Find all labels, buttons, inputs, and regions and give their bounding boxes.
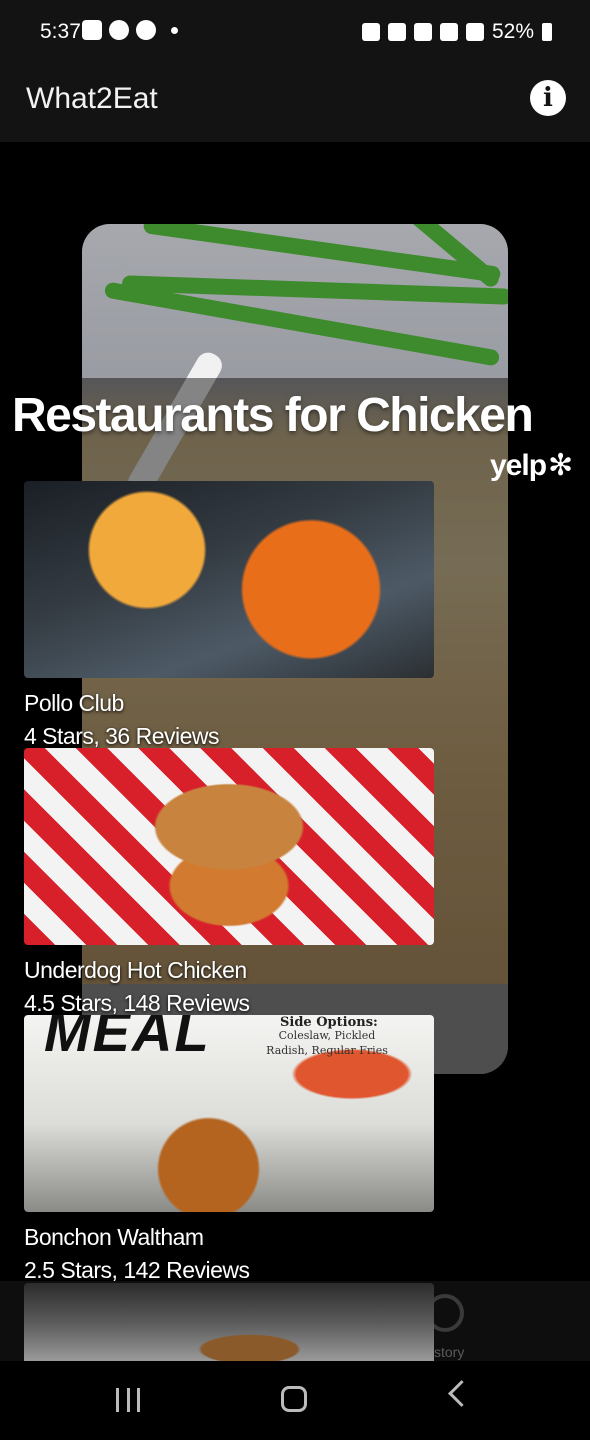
restaurant-name: Underdog Hot Chicken (24, 957, 247, 983)
restaurant-name: Bonchon Waltham (24, 1224, 204, 1250)
restaurant-name: Pollo Club (24, 690, 124, 716)
restaurant-item[interactable]: MEAL Side Options: Coleslaw, Pickled Rad… (24, 1015, 444, 1284)
restaurant-image-partial[interactable] (24, 1283, 434, 1361)
restaurant-image[interactable] (24, 481, 434, 678)
talk-icon (136, 20, 156, 40)
image-side-options-text: Coleslaw, Pickled Radish, Regular Fries (266, 1029, 388, 1057)
restaurant-rating: 2.5 Stars, 142 Reviews (24, 1257, 250, 1283)
recents-button[interactable] (116, 1388, 140, 1412)
dot-icon (171, 26, 178, 34)
history-tab-label[interactable]: story (434, 1344, 464, 1360)
restaurant-rating: 4.5 Stars, 148 Reviews (24, 990, 250, 1016)
battery-percent: 52% (491, 20, 534, 43)
image-meal-text: MEAL (44, 1015, 211, 1063)
status-time: 5:37 (40, 20, 81, 43)
wifi-icon (439, 23, 458, 41)
restaurant-item[interactable]: Pollo Club 4 Stars, 36 Reviews (24, 481, 444, 750)
yelp-logo: yelp ✻ (490, 448, 573, 483)
status-notification-icons (82, 20, 178, 40)
restaurant-item[interactable]: Underdog Hot Chicken 4.5 Stars, 148 Revi… (24, 748, 444, 1017)
mute-icon (413, 23, 432, 41)
restaurant-image[interactable] (24, 748, 434, 945)
restaurant-image[interactable]: MEAL Side Options: Coleslaw, Pickled Rad… (24, 1015, 434, 1212)
home-button[interactable] (281, 1386, 307, 1412)
app-bar: What2Eat (0, 62, 590, 142)
restaurant-rating: 4 Stars, 36 Reviews (24, 723, 220, 749)
alert-icon (109, 20, 129, 40)
battery-icon (542, 23, 552, 41)
alarm-icon (361, 23, 380, 41)
status-system-icons: 52% (361, 20, 552, 44)
bluetooth-icon (387, 23, 406, 41)
gallery-icon (82, 20, 102, 40)
yelp-burst-icon: ✻ (548, 449, 574, 482)
app-title: What2Eat (26, 82, 158, 115)
yelp-logo-text: yelp (490, 448, 547, 482)
info-icon[interactable]: i (530, 80, 566, 116)
status-bar: 5:37 52% (0, 0, 590, 62)
page-title: Restaurants for Chicken (12, 389, 534, 442)
signal-icon (465, 23, 484, 41)
